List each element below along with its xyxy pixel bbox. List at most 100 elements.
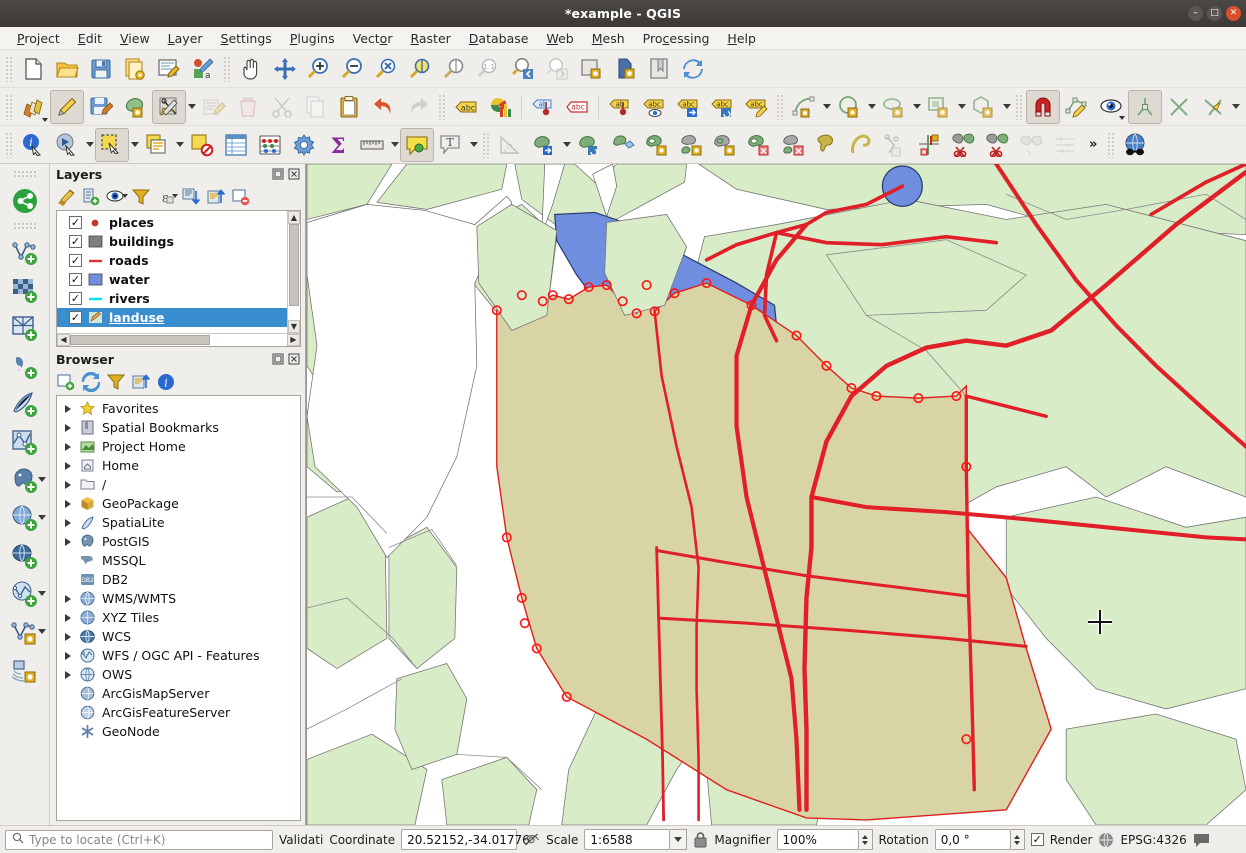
rotate-point-symbols-icon[interactable]	[1014, 128, 1048, 162]
new-text-annotation-icon[interactable]: T	[434, 128, 468, 162]
menu-item-edit[interactable]: Edit	[69, 29, 111, 48]
close-button[interactable]: ✕	[1226, 6, 1241, 21]
zoom-in-icon[interactable]	[302, 52, 336, 86]
toolbar-grip[interactable]	[1015, 94, 1023, 120]
crs-icon[interactable]	[1098, 832, 1114, 848]
delete-selected-icon[interactable]	[231, 90, 265, 124]
new-gpkg-layer-icon[interactable]	[2, 652, 48, 690]
scroll-thumb-h[interactable]	[70, 335, 210, 345]
rotate-feature-icon[interactable]	[572, 128, 606, 162]
select-features-icon[interactable]	[95, 128, 129, 162]
measure-dropdown[interactable]	[389, 128, 400, 162]
scale-dropdown[interactable]	[670, 829, 687, 850]
menu-item-plugins[interactable]: Plugins	[281, 29, 344, 48]
select-by-value-icon[interactable]	[140, 128, 174, 162]
layer-row-buildings[interactable]: buildings	[57, 232, 300, 251]
messages-icon[interactable]	[1193, 832, 1210, 848]
avoid-overlap-icon[interactable]	[1128, 90, 1162, 124]
menu-item-help[interactable]: Help	[718, 29, 765, 48]
layer-visibility-checkbox[interactable]	[69, 311, 82, 324]
toolbar-grip[interactable]	[438, 94, 446, 120]
add-part-icon[interactable]	[674, 128, 708, 162]
browser-item-[interactable]: /	[57, 475, 300, 494]
browser-item-geonode[interactable]: GeoNode	[57, 722, 300, 741]
browser-item-xyz-tiles[interactable]: XYZ Tiles	[57, 608, 300, 627]
new-map-view-icon[interactable]	[574, 52, 608, 86]
layer-row-rivers[interactable]: rivers	[57, 289, 300, 308]
style-manager-icon[interactable]: a	[186, 52, 220, 86]
pan-to-selection-icon[interactable]	[268, 52, 302, 86]
browser-item-wcs[interactable]: WCS	[57, 627, 300, 646]
filter-browser-icon[interactable]	[104, 370, 128, 394]
offset-curve-icon[interactable]	[844, 128, 878, 162]
move-feature-dropdown[interactable]	[561, 128, 572, 162]
expand-arrow-icon[interactable]	[63, 538, 73, 546]
magnifier-stepper[interactable]	[859, 829, 873, 850]
expand-arrow-icon[interactable]	[63, 614, 73, 622]
wfs-dropdown[interactable]	[38, 591, 46, 596]
magnifier-field[interactable]: 100%	[777, 829, 859, 850]
expand-arrow-icon[interactable]	[63, 405, 73, 413]
snapping-icon[interactable]	[1026, 90, 1060, 124]
collapse-all-icon[interactable]	[204, 185, 228, 209]
layer-row-places[interactable]: places	[57, 213, 300, 232]
expand-arrow-icon[interactable]	[63, 671, 73, 679]
ellipse-digitize-dropdown[interactable]	[911, 90, 922, 124]
add-mesh-layer-icon[interactable]	[2, 310, 48, 348]
toolbar-grip[interactable]	[5, 56, 13, 82]
rotation-field[interactable]: 0,0 °	[935, 829, 1011, 850]
field-calculator-icon[interactable]	[253, 128, 287, 162]
menu-item-web[interactable]: Web	[537, 29, 582, 48]
browser-item-home[interactable]: Home	[57, 456, 300, 475]
split-features-icon[interactable]	[912, 128, 946, 162]
zoom-last-icon[interactable]	[506, 52, 540, 86]
browser-item-mssql[interactable]: MSSQL	[57, 551, 300, 570]
vertex-tool-dropdown[interactable]	[186, 90, 197, 124]
remove-layer-icon[interactable]	[229, 185, 253, 209]
scroll-right-arrow[interactable]: ▶	[287, 334, 300, 346]
add-feature-icon[interactable]	[118, 90, 152, 124]
scroll-left-arrow[interactable]: ◀	[57, 334, 70, 346]
toolbar-grip[interactable]	[482, 132, 490, 158]
zoom-full-icon[interactable]	[370, 52, 404, 86]
menu-item-mesh[interactable]: Mesh	[583, 29, 634, 48]
visibility-dropdown[interactable]	[122, 194, 128, 198]
layer-diagram-icon[interactable]	[483, 90, 517, 124]
add-vector-layer-icon[interactable]	[2, 234, 48, 272]
regular-polygon-dropdown[interactable]	[1001, 90, 1012, 124]
new-project-icon[interactable]	[16, 52, 50, 86]
menu-item-project[interactable]: Project	[8, 29, 69, 48]
shape-digitize-dropdown[interactable]	[821, 90, 832, 124]
expand-arrow-icon[interactable]	[63, 462, 73, 470]
add-selected-layers-icon[interactable]	[54, 370, 78, 394]
show-map-tips-icon[interactable]	[400, 128, 434, 162]
run-feature-action-icon[interactable]	[50, 128, 84, 162]
add-vector-tile-layer-icon[interactable]	[2, 424, 48, 462]
minimize-button[interactable]: –	[1188, 6, 1203, 21]
zoom-native-icon[interactable]: 1:1	[472, 52, 506, 86]
pan-map-icon[interactable]	[234, 52, 268, 86]
scroll-track-h[interactable]	[70, 334, 287, 346]
crs-value[interactable]: EPSG:4326	[1120, 833, 1186, 847]
add-wfs-layer-icon[interactable]	[2, 576, 48, 614]
expand-arrow-icon[interactable]	[63, 595, 73, 603]
modify-attributes-icon[interactable]	[197, 90, 231, 124]
vertex-tool-icon[interactable]	[152, 90, 186, 124]
delete-ring-icon[interactable]	[742, 128, 776, 162]
self-snapping-icon[interactable]	[1196, 90, 1230, 124]
undock-icon[interactable]	[271, 352, 285, 366]
circle-digitize-icon[interactable]	[832, 90, 866, 124]
current-edits-icon[interactable]	[16, 90, 50, 124]
enable-tracing-icon[interactable]	[1060, 90, 1094, 124]
new-3d-map-view-icon[interactable]	[608, 52, 642, 86]
browser-item-spatial-bookmarks[interactable]: Spatial Bookmarks	[57, 418, 300, 437]
change-label-icon[interactable]: abc	[739, 90, 773, 124]
reshape-features-icon[interactable]	[810, 128, 844, 162]
save-project-icon[interactable]	[84, 52, 118, 86]
move-feature-icon[interactable]	[527, 128, 561, 162]
toggle-extents-icon[interactable]	[523, 831, 540, 848]
rectangle-digitize-icon[interactable]	[922, 90, 956, 124]
layer-row-landuse[interactable]: landuse	[57, 308, 300, 327]
new-print-layout2-icon[interactable]	[642, 52, 676, 86]
save-project-as-icon[interactable]	[118, 52, 152, 86]
